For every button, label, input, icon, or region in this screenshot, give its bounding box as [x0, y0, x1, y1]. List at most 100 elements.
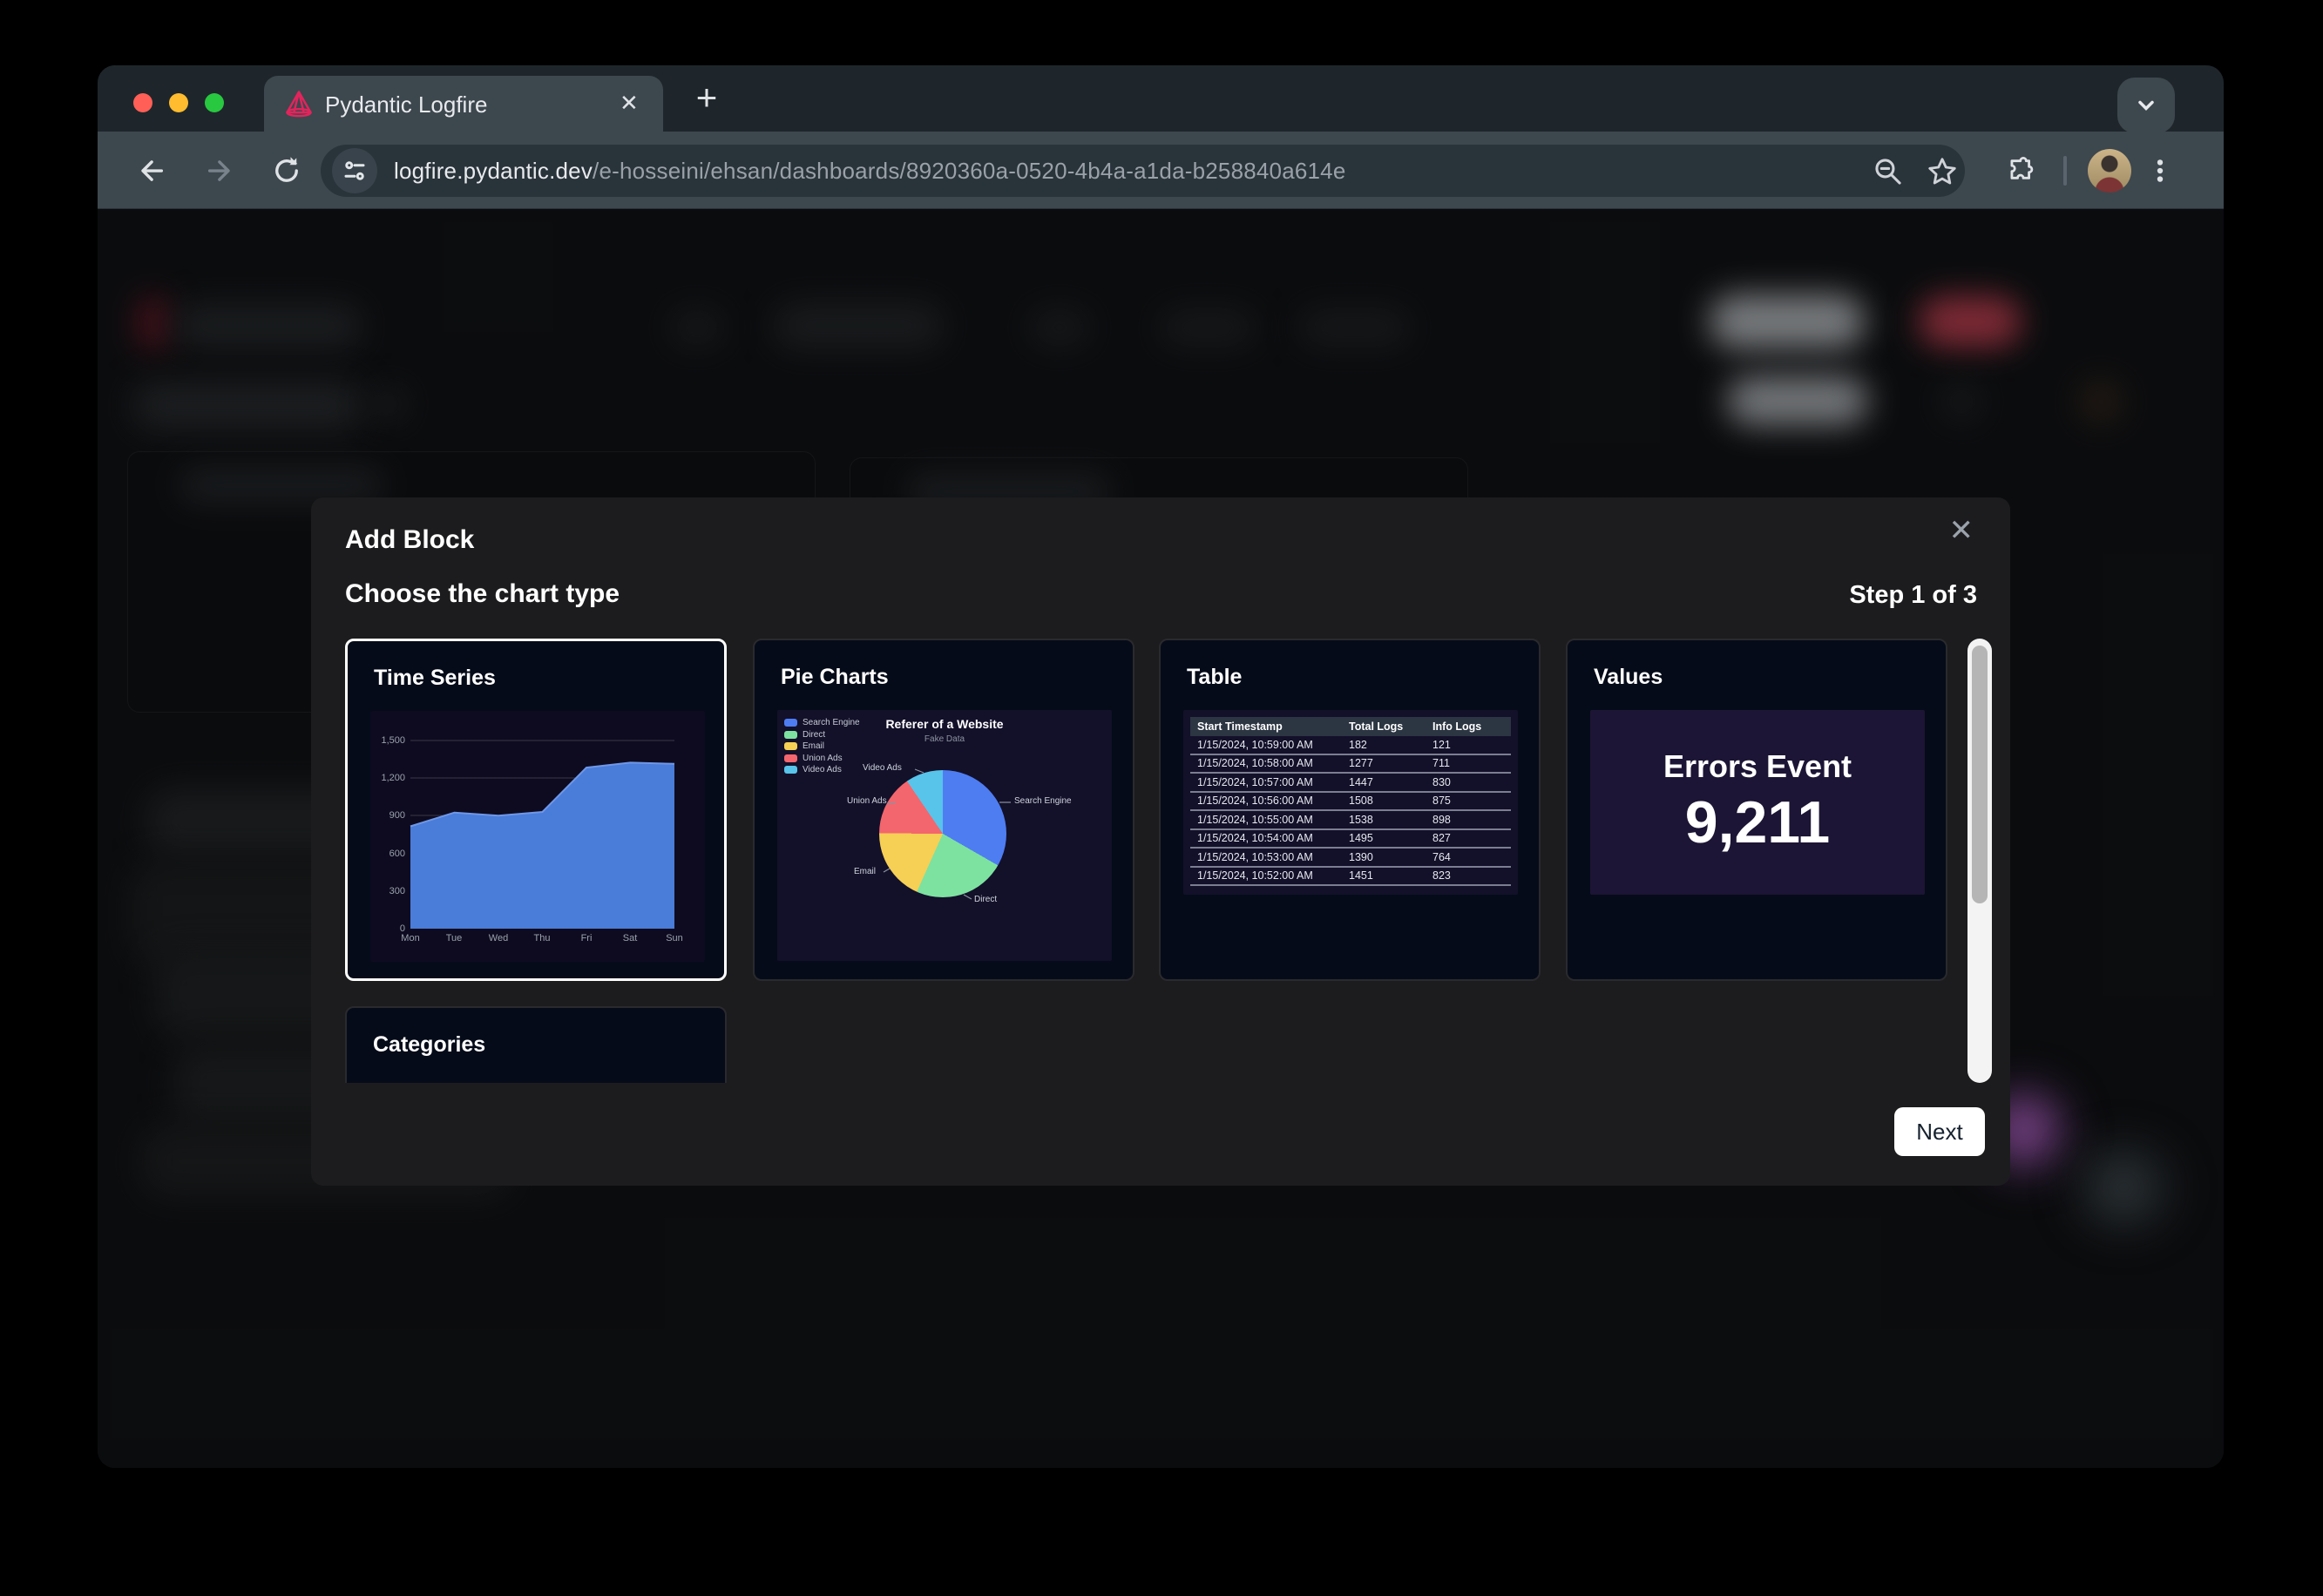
- table-cell: 827: [1432, 832, 1511, 844]
- url-bar[interactable]: logfire.pydantic.dev/e-hosseini/ehsan/da…: [321, 145, 1965, 197]
- card-title: Time Series: [374, 666, 496, 691]
- extensions-button[interactable]: [2001, 151, 2041, 191]
- table-cell: 1495: [1349, 832, 1432, 844]
- table-cell: 1277: [1349, 757, 1432, 769]
- area-chart: [370, 711, 705, 962]
- tab-strip: Pydantic Logfire ✕ +: [98, 65, 2224, 132]
- table-row: 1/15/2024, 10:55:00 AM1538898: [1190, 811, 1511, 830]
- url-domain: logfire.pydantic.dev: [394, 158, 593, 184]
- browser-tab[interactable]: Pydantic Logfire ✕: [264, 76, 663, 132]
- reload-icon: [271, 155, 302, 186]
- x-tick: Wed: [477, 933, 520, 943]
- card-table[interactable]: Table Start Timestamp Total Logs Info Lo…: [1159, 639, 1541, 981]
- table-cell: 898: [1432, 814, 1511, 826]
- card-pie-charts[interactable]: Pie Charts Referer of a Website Fake Dat…: [753, 639, 1134, 981]
- pie-label: Union Ads: [847, 796, 887, 806]
- forward-button[interactable]: [202, 152, 239, 189]
- card-title: Categories: [373, 1032, 485, 1058]
- star-icon: [1926, 155, 1959, 188]
- site-settings-button[interactable]: [332, 148, 377, 193]
- table-row: 1/15/2024, 10:56:00 AM1508875: [1190, 793, 1511, 812]
- blurred-gray-glow: [2062, 1140, 2184, 1235]
- table-cell: 1/15/2024, 10:53:00 AM: [1190, 851, 1349, 863]
- y-tick: 300: [372, 886, 405, 896]
- back-button[interactable]: [132, 152, 169, 189]
- table-row: 1/15/2024, 10:58:00 AM1277711: [1190, 755, 1511, 774]
- table-row: 1/15/2024, 10:59:00 AM182121: [1190, 736, 1511, 755]
- value-preview: Errors Event 9,211: [1590, 710, 1925, 895]
- card-values[interactable]: Values Errors Event 9,211: [1566, 639, 1947, 981]
- pie-label: Search Engine: [1014, 796, 1072, 806]
- x-tick: Tue: [432, 933, 476, 943]
- table-cell: 830: [1432, 776, 1511, 788]
- table-cell: 121: [1432, 739, 1511, 751]
- cards-scrollbar-thumb[interactable]: [1972, 646, 1988, 903]
- traffic-light-minimize[interactable]: [169, 93, 188, 112]
- browser-window: Pydantic Logfire ✕ +: [98, 65, 2224, 1468]
- table-cell: 1508: [1349, 795, 1432, 807]
- logfire-favicon: [283, 88, 315, 119]
- card-title: Pie Charts: [781, 665, 889, 690]
- pie-label: Video Ads: [863, 763, 902, 773]
- tune-icon: [342, 158, 368, 184]
- table-cell: 1451: [1349, 869, 1432, 882]
- kebab-menu-icon: [2145, 156, 2175, 186]
- time-series-preview: 1,500 1,200 900 600 300 0 Mon Tue Wed Th…: [370, 711, 705, 962]
- column-header: Start Timestamp: [1190, 720, 1349, 733]
- magnifier-minus-icon: [1872, 155, 1905, 188]
- toolbar-separator: [2063, 156, 2067, 186]
- zoom-out-button[interactable]: [1872, 155, 1905, 188]
- table-cell: 1538: [1349, 814, 1432, 826]
- close-icon[interactable]: ✕: [1949, 513, 1974, 548]
- table-row: 1/15/2024, 10:54:00 AM1495827: [1190, 830, 1511, 849]
- y-tick: 600: [372, 849, 405, 859]
- new-tab-button[interactable]: +: [687, 79, 727, 119]
- back-arrow-icon: [135, 155, 166, 186]
- traffic-light-close[interactable]: [133, 93, 152, 112]
- modal-subtitle: Choose the chart type: [345, 579, 620, 609]
- pie-label: Direct: [974, 895, 997, 904]
- value-number: 9,211: [1685, 788, 1830, 856]
- tab-search-button[interactable]: [2117, 78, 2175, 133]
- tab-title: Pydantic Logfire: [325, 91, 487, 118]
- table-cell: 823: [1432, 869, 1511, 882]
- profile-avatar[interactable]: [2088, 149, 2131, 193]
- table-cell: 1447: [1349, 776, 1432, 788]
- next-button[interactable]: Next: [1894, 1107, 1985, 1156]
- preview-table-body: 1/15/2024, 10:59:00 AM1821211/15/2024, 1…: [1190, 736, 1511, 886]
- table-cell: 875: [1432, 795, 1511, 807]
- table-cell: 1/15/2024, 10:57:00 AM: [1190, 776, 1349, 788]
- table-cell: 1390: [1349, 851, 1432, 863]
- tab-close-icon[interactable]: ✕: [620, 90, 639, 117]
- forward-arrow-icon: [205, 155, 236, 186]
- area-fill: [410, 762, 674, 929]
- reload-button[interactable]: [268, 152, 305, 189]
- chart-type-cards: Time Series 1,500 1,20: [345, 639, 1981, 1083]
- table-row: 1/15/2024, 10:53:00 AM1390764: [1190, 849, 1511, 868]
- card-categories[interactable]: Categories: [345, 1006, 727, 1083]
- pie-label-lines: [777, 710, 1112, 961]
- x-tick: Sun: [653, 933, 696, 943]
- x-tick: Thu: [520, 933, 564, 943]
- url-path: /e-hosseini/ehsan/dashboards/8920360a-05…: [593, 158, 1345, 184]
- table-row: 1/15/2024, 10:52:00 AM1451823: [1190, 868, 1511, 887]
- card-title: Table: [1187, 665, 1242, 690]
- cards-scrollbar-track[interactable]: [1967, 639, 1992, 1083]
- table-row: 1/15/2024, 10:57:00 AM1447830: [1190, 774, 1511, 793]
- table-cell: 1/15/2024, 10:54:00 AM: [1190, 832, 1349, 844]
- table-cell: 1/15/2024, 10:59:00 AM: [1190, 739, 1349, 751]
- step-indicator: Step 1 of 3: [1849, 581, 1977, 610]
- pie-label: Email: [854, 867, 876, 876]
- y-tick: 1,500: [372, 735, 405, 746]
- bookmark-button[interactable]: [1926, 155, 1959, 188]
- table-cell: 182: [1349, 739, 1432, 751]
- table-cell: 1/15/2024, 10:58:00 AM: [1190, 757, 1349, 769]
- table-header-row: Start Timestamp Total Logs Info Logs: [1190, 717, 1511, 736]
- card-time-series[interactable]: Time Series 1,500 1,20: [345, 639, 727, 981]
- traffic-light-zoom[interactable]: [205, 93, 224, 112]
- column-header: Total Logs: [1349, 720, 1432, 733]
- table-preview: Start Timestamp Total Logs Info Logs 1/1…: [1183, 710, 1518, 895]
- browser-menu-button[interactable]: [2140, 151, 2180, 191]
- modal-title: Add Block: [345, 525, 474, 555]
- table-cell: 1/15/2024, 10:56:00 AM: [1190, 795, 1349, 807]
